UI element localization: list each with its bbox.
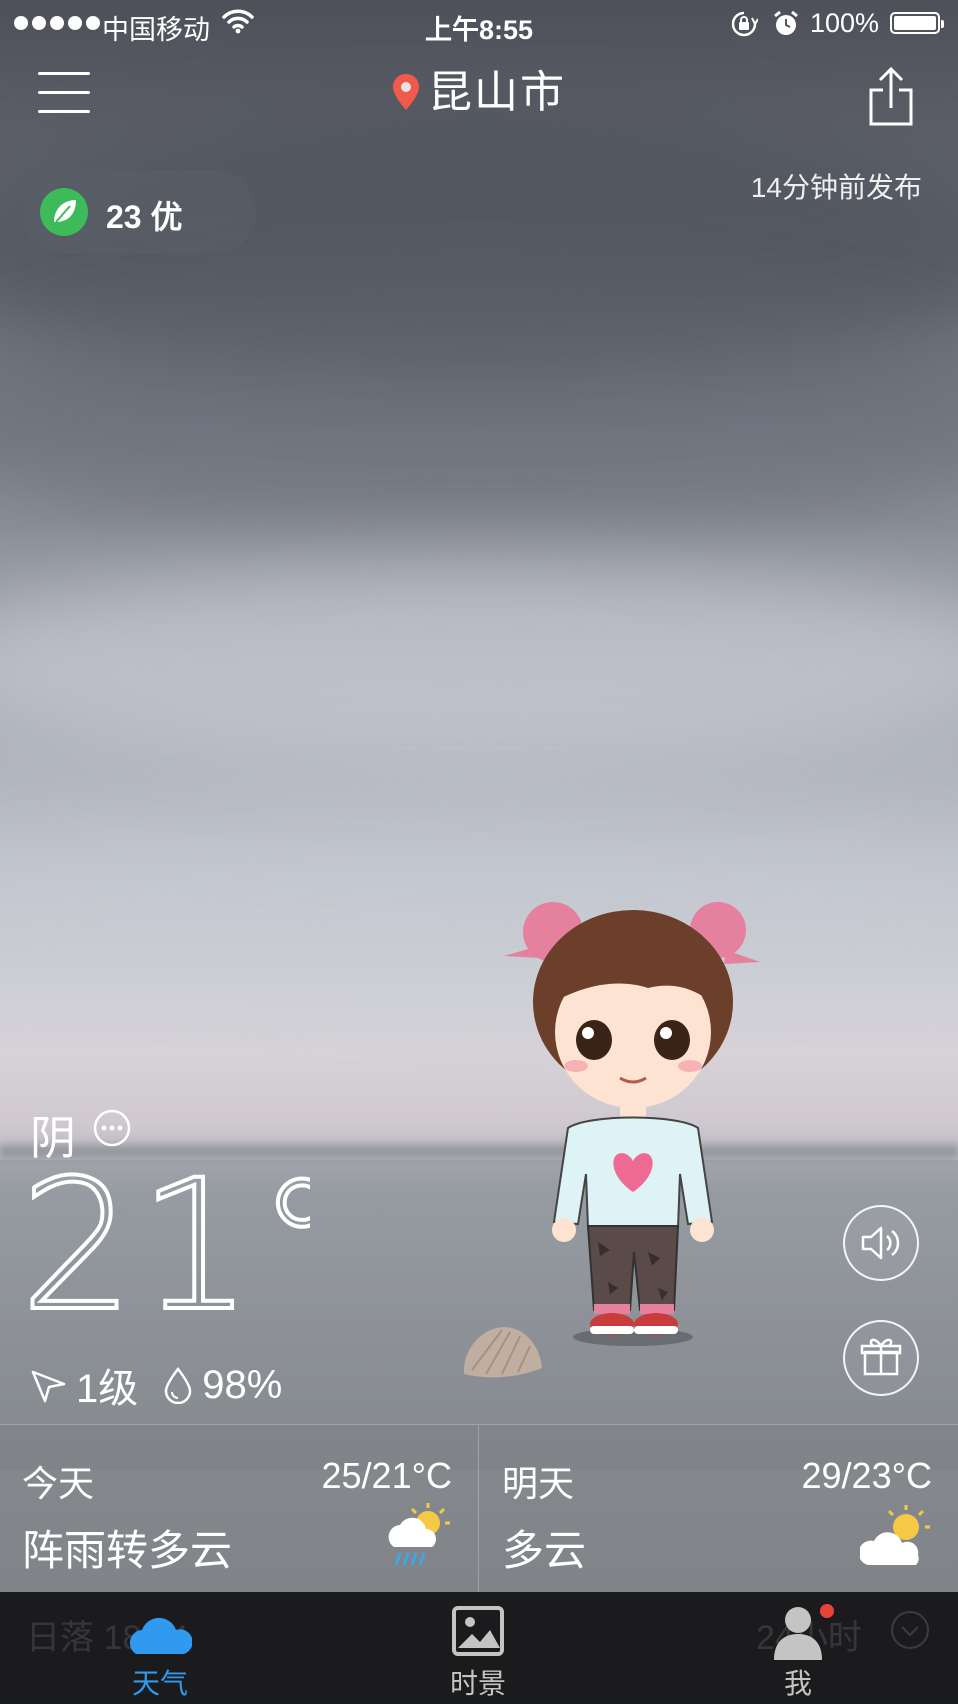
speaker-icon xyxy=(861,1226,900,1260)
wind-humidity-row: 1级 98% xyxy=(30,1356,306,1414)
forecast-range: 25/21°C xyxy=(321,1455,452,1496)
share-button[interactable] xyxy=(866,66,916,128)
wind-level: 1级 xyxy=(76,1367,139,1411)
forecast-panel: 今天 25/21°C 阵雨转多云 明天 29/23°C 多云 xyxy=(0,1424,958,1593)
battery-percent: 100% xyxy=(810,8,880,38)
forecast-day: 明天 xyxy=(502,1463,575,1504)
horizon xyxy=(0,1140,958,1162)
aqi-label: 23 优 xyxy=(106,199,183,235)
temperature-digits: 21° xyxy=(18,1140,349,1353)
forecast-card-today[interactable]: 今天 25/21°C 阵雨转多云 xyxy=(0,1425,479,1593)
seashell-decoration xyxy=(463,1327,542,1378)
tab-me[interactable]: 我 xyxy=(728,1592,868,1704)
tab-scene[interactable]: 时景 xyxy=(408,1592,548,1704)
sky-cloud xyxy=(0,820,958,980)
humidity-drop-icon xyxy=(164,1366,192,1404)
humidity-value: 98% xyxy=(202,1362,283,1407)
tab-label: 我 xyxy=(783,1668,812,1699)
sound-button[interactable] xyxy=(843,1205,919,1281)
gift-icon xyxy=(860,1338,902,1376)
wind-direction-icon xyxy=(31,1370,66,1403)
cloud-icon xyxy=(129,1617,192,1654)
sky-cloud xyxy=(0,300,958,540)
forecast-card-tomorrow[interactable]: 明天 29/23°C 多云 xyxy=(480,1425,958,1593)
location-title[interactable]: 昆山市 xyxy=(0,56,958,120)
publish-time: 14分钟前发布 xyxy=(750,172,922,203)
battery-icon xyxy=(890,12,944,34)
location-pin-icon xyxy=(393,74,419,110)
leaf-icon xyxy=(40,188,88,236)
picture-icon xyxy=(452,1606,504,1656)
tab-label: 时景 xyxy=(449,1668,506,1699)
sun-cloud-rain-icon xyxy=(388,1503,450,1566)
current-condition: 阴 xyxy=(30,1112,76,1164)
current-temperature: 21° xyxy=(18,1140,349,1358)
alarm-icon xyxy=(774,10,798,35)
forecast-desc: 阵雨转多云 xyxy=(22,1527,233,1574)
sky-cloud xyxy=(0,560,958,760)
expand-chevron-icon xyxy=(891,1611,929,1649)
cartoon-character[interactable] xyxy=(498,892,768,1352)
forecast-desc: 多云 xyxy=(502,1527,587,1574)
rotation-lock-icon xyxy=(731,11,758,37)
bottom-tab-bar: 日落 18:34 24小时 天气 时景 我 xyxy=(0,1592,958,1704)
gift-button[interactable] xyxy=(843,1320,919,1396)
forecast-day: 今天 xyxy=(22,1463,95,1504)
notification-badge xyxy=(820,1604,834,1618)
tab-label: 天气 xyxy=(131,1668,188,1699)
location-name: 昆山市 xyxy=(428,68,566,117)
battery-fill xyxy=(894,16,936,30)
aqi-badge[interactable]: 23 优 xyxy=(22,170,256,254)
forecast-range: 29/23°C xyxy=(801,1455,932,1496)
chat-bubble-icon[interactable] xyxy=(92,1108,132,1148)
temperature-text: 21° xyxy=(20,1168,310,1328)
sun-cloud-icon xyxy=(860,1505,930,1565)
status-bar: 中国移动 上午8:55 100% xyxy=(0,0,958,48)
weather-screen: 中国移动 上午8:55 100% 昆山市 14分钟前发布 23 优 阴 21° … xyxy=(0,0,958,1704)
tab-weather[interactable]: 天气 xyxy=(90,1592,230,1704)
